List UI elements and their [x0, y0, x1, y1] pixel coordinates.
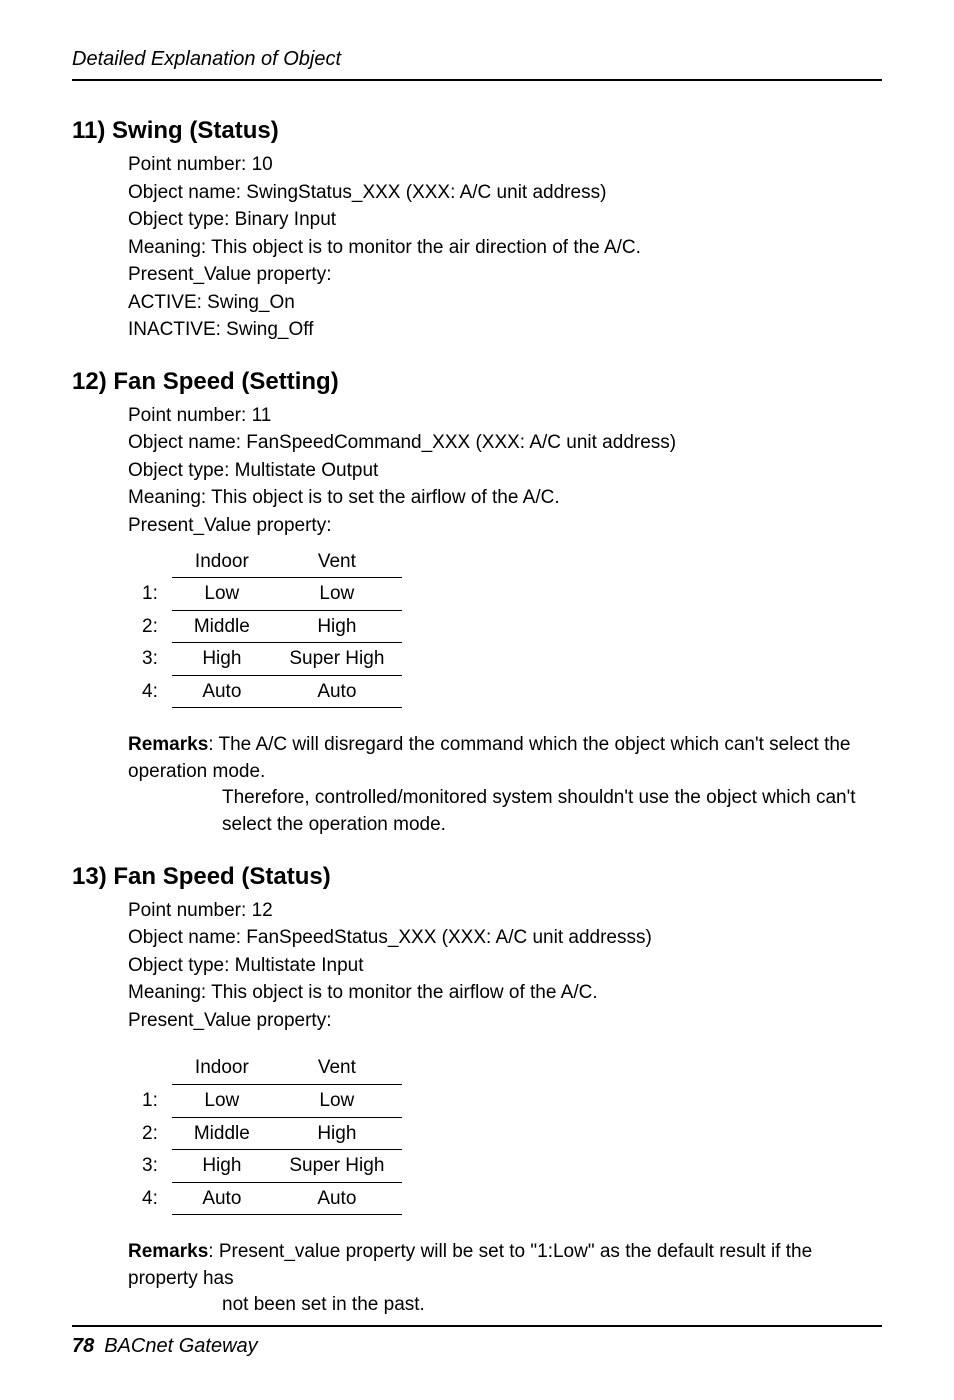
line: INACTIVE: Swing_Off	[128, 316, 882, 344]
cell-indoor: Low	[172, 578, 272, 611]
section-body-12: Point number: 11 Object name: FanSpeedCo…	[72, 402, 882, 708]
cell-idx: 3:	[128, 643, 172, 676]
line: Object name: FanSpeedStatus_XXX (XXX: A/…	[128, 924, 882, 952]
cell-indoor: High	[172, 1150, 272, 1183]
table-row: 3: High Super High	[128, 643, 402, 676]
section-title-11: 11) Swing (Status)	[72, 117, 882, 145]
table-row: 2: Middle High	[128, 610, 402, 643]
cell-indoor: Low	[172, 1084, 272, 1117]
cell-vent: Auto	[272, 1182, 402, 1215]
line: Point number: 11	[128, 402, 882, 430]
section-body-11: Point number: 10 Object name: SwingStatu…	[72, 151, 882, 344]
th-blank	[128, 1052, 172, 1084]
table-row: 4: Auto Auto	[128, 675, 402, 708]
cell-indoor: Auto	[172, 1182, 272, 1215]
line: Point number: 10	[128, 151, 882, 179]
cell-vent: Low	[272, 578, 402, 611]
line: Meaning: This object is to monitor the a…	[128, 979, 882, 1007]
page-number: 78	[72, 1335, 94, 1357]
line: Present_Value property:	[128, 512, 882, 540]
remarks-13: Remarks: Present_value property will be …	[72, 1239, 882, 1319]
cell-vent: Auto	[272, 675, 402, 708]
table-header-row: Indoor Vent	[128, 1052, 402, 1084]
header-rule	[72, 79, 882, 81]
remarks-label: Remarks	[128, 734, 208, 755]
cell-idx: 2:	[128, 610, 172, 643]
section-body-13: Point number: 12 Object name: FanSpeedSt…	[72, 897, 882, 1215]
table-row: 2: Middle High	[128, 1117, 402, 1150]
remarks-text: : Present_value property will be set to …	[128, 1241, 812, 1289]
cell-indoor: Middle	[172, 610, 272, 643]
cell-idx: 4:	[128, 675, 172, 708]
cell-vent: Super High	[272, 1150, 402, 1183]
cell-vent: Low	[272, 1084, 402, 1117]
footer-line: 78 BACnet Gateway	[72, 1335, 882, 1358]
fan-speed-setting-table: Indoor Vent 1: Low Low 2: Middle High	[128, 546, 402, 709]
cell-indoor: Middle	[172, 1117, 272, 1150]
line: Meaning: This object is to monitor the a…	[128, 234, 882, 262]
line: ACTIVE: Swing_On	[128, 289, 882, 317]
th-indoor: Indoor	[172, 546, 272, 578]
th-indoor: Indoor	[172, 1052, 272, 1084]
cell-indoor: High	[172, 643, 272, 676]
cell-idx: 1:	[128, 1084, 172, 1117]
line: Point number: 12	[128, 897, 882, 925]
table-row: 3: High Super High	[128, 1150, 402, 1183]
footer-rule	[72, 1325, 882, 1327]
remarks-label: Remarks	[128, 1241, 208, 1262]
table-row: 1: Low Low	[128, 1084, 402, 1117]
remarks-text: : The A/C will disregard the command whi…	[128, 734, 851, 782]
remarks-continuation: not been set in the past.	[128, 1292, 882, 1319]
line: Object name: FanSpeedCommand_XXX (XXX: A…	[128, 429, 882, 457]
line: Object type: Multistate Output	[128, 457, 882, 485]
section-fan-speed-status: 13) Fan Speed (Status) Point number: 12 …	[72, 863, 882, 1319]
remarks-continuation: Therefore, controlled/monitored system s…	[128, 785, 882, 838]
cell-idx: 4:	[128, 1182, 172, 1215]
cell-vent: High	[272, 1117, 402, 1150]
line: Object type: Binary Input	[128, 206, 882, 234]
cell-idx: 3:	[128, 1150, 172, 1183]
section-fan-speed-setting: 12) Fan Speed (Setting) Point number: 11…	[72, 368, 882, 839]
cell-idx: 1:	[128, 578, 172, 611]
remarks-12: Remarks: The A/C will disregard the comm…	[72, 732, 882, 838]
table-row: 4: Auto Auto	[128, 1182, 402, 1215]
cell-idx: 2:	[128, 1117, 172, 1150]
page-container: Detailed Explanation of Object 11) Swing…	[0, 0, 954, 1400]
line: Object type: Multistate Input	[128, 952, 882, 980]
line: Present_Value property:	[128, 1007, 882, 1035]
cell-vent: High	[272, 610, 402, 643]
th-vent: Vent	[272, 546, 402, 578]
line: Meaning: This object is to set the airfl…	[128, 484, 882, 512]
cell-indoor: Auto	[172, 675, 272, 708]
page-footer: 78 BACnet Gateway	[72, 1325, 882, 1358]
line: Present_Value property:	[128, 261, 882, 289]
table-row: 1: Low Low	[128, 578, 402, 611]
line: Object name: SwingStatus_XXX (XXX: A/C u…	[128, 179, 882, 207]
fan-speed-status-table: Indoor Vent 1: Low Low 2: Middle High	[128, 1052, 402, 1215]
footer-doc-title: BACnet Gateway	[104, 1335, 257, 1357]
section-swing-status: 11) Swing (Status) Point number: 10 Obje…	[72, 117, 882, 344]
cell-vent: Super High	[272, 643, 402, 676]
table-header-row: Indoor Vent	[128, 546, 402, 578]
th-vent: Vent	[272, 1052, 402, 1084]
running-header: Detailed Explanation of Object	[72, 48, 882, 71]
section-title-12: 12) Fan Speed (Setting)	[72, 368, 882, 396]
th-blank	[128, 546, 172, 578]
section-title-13: 13) Fan Speed (Status)	[72, 863, 882, 891]
